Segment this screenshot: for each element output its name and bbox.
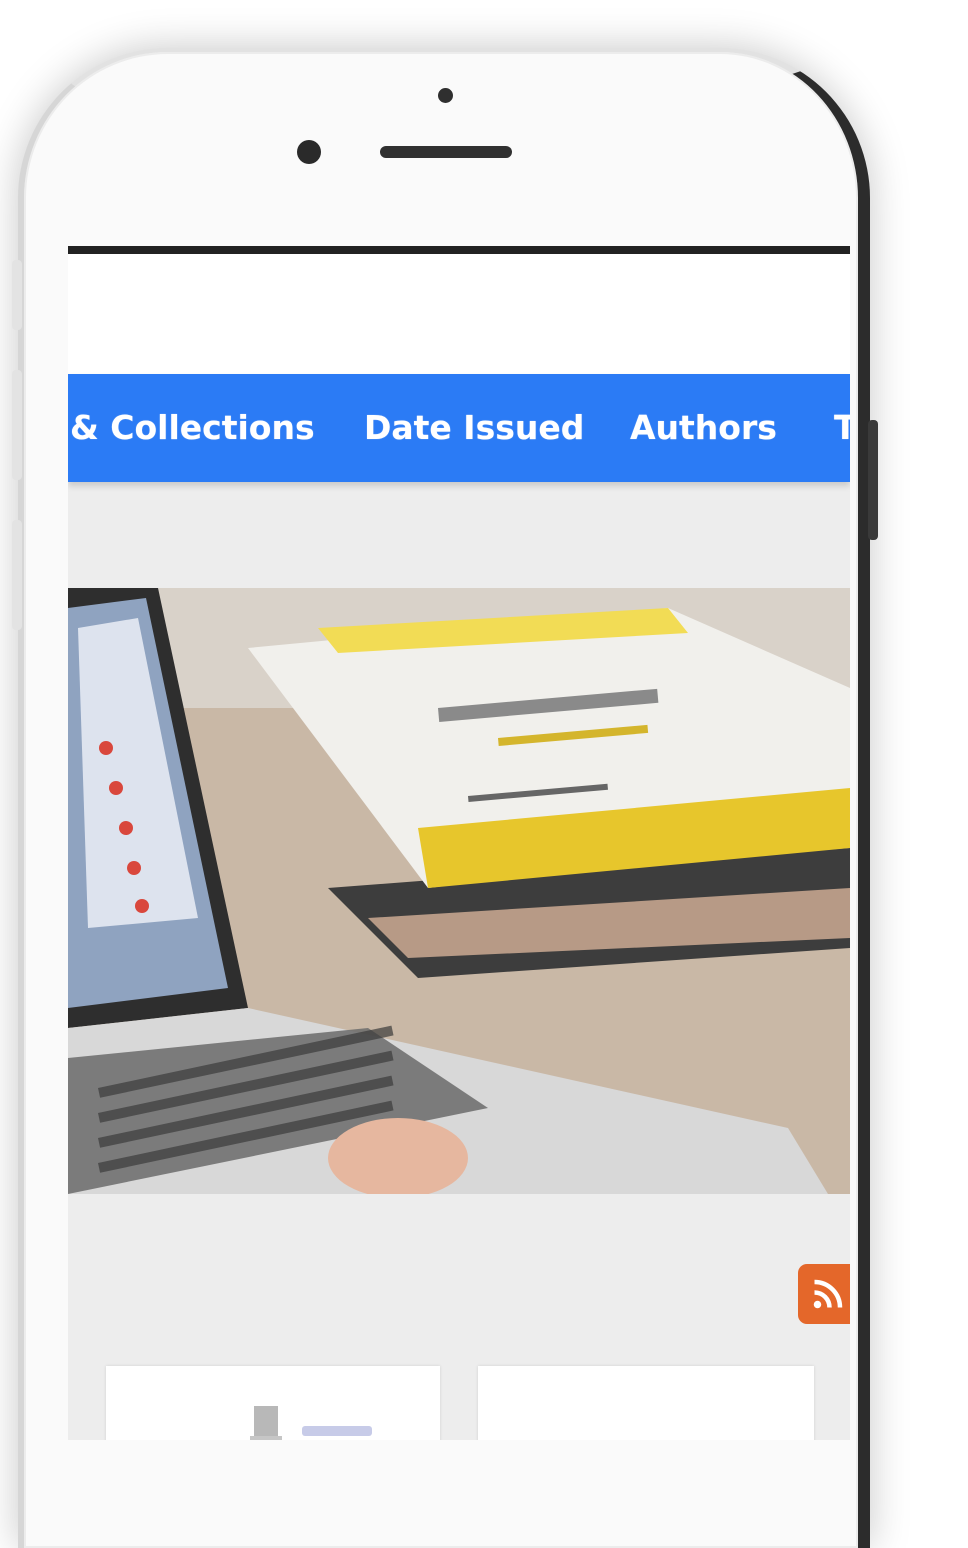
phone-screen: & Collections Date Issued Authors T <box>68 246 850 1440</box>
proximity-sensor <box>297 140 321 164</box>
rss-icon <box>813 1279 843 1309</box>
nav-titles[interactable]: T <box>834 374 850 482</box>
item-card[interactable] <box>106 1366 440 1440</box>
nav-communities-collections[interactable]: & Collections <box>70 374 315 482</box>
phone-volume-down <box>12 520 22 630</box>
rss-feed-button[interactable] <box>798 1264 850 1324</box>
hero-banner-image <box>68 588 850 1194</box>
nav-authors[interactable]: Authors <box>630 374 777 482</box>
nav-date-issued[interactable]: Date Issued <box>364 374 584 482</box>
banner-illustration <box>68 588 850 1194</box>
crest-logo-icon <box>250 1406 282 1440</box>
phone-volume-up <box>12 370 22 480</box>
earpiece-speaker <box>380 146 512 158</box>
phone-silent-switch <box>12 260 22 330</box>
status-bar <box>68 246 850 254</box>
item-card[interactable] <box>478 1366 814 1440</box>
site-header <box>68 254 850 374</box>
main-navbar: & Collections Date Issued Authors T <box>68 374 850 482</box>
front-camera <box>438 88 453 103</box>
card-logo-mark <box>302 1426 372 1436</box>
phone-power-button <box>868 420 878 540</box>
